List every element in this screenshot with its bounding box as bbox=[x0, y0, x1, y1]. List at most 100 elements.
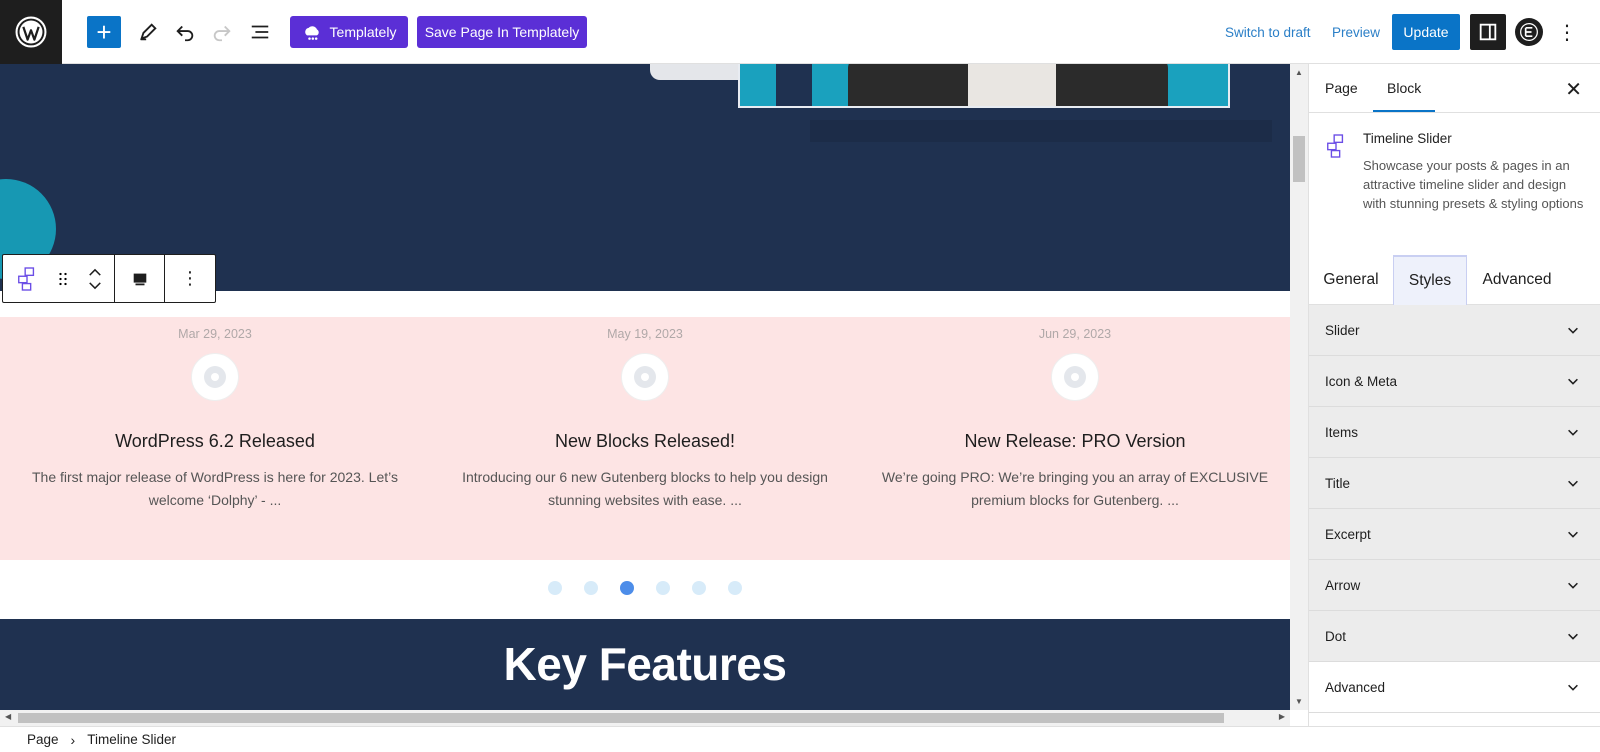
pagination-dot[interactable] bbox=[620, 580, 634, 595]
chevron-down-icon[interactable] bbox=[88, 281, 102, 290]
essential-blocks-icon[interactable] bbox=[1515, 18, 1543, 46]
block-name: Timeline Slider bbox=[1363, 131, 1452, 146]
drag-dots-icon bbox=[59, 272, 67, 285]
move-block-buttons[interactable] bbox=[75, 255, 115, 302]
block-options-button[interactable]: ⋮ bbox=[165, 255, 215, 302]
add-block-button[interactable]: + bbox=[87, 16, 121, 48]
chevron-down-icon bbox=[1568, 582, 1578, 589]
undo-icon bbox=[176, 25, 194, 42]
chevron-down-icon bbox=[1568, 480, 1578, 487]
timeline-title[interactable]: WordPress 6.2 Released bbox=[0, 431, 430, 452]
scroll-down-arrow-icon[interactable]: ▼ bbox=[1295, 697, 1303, 706]
panel-label: Items bbox=[1325, 424, 1359, 440]
panel-label: Dot bbox=[1325, 628, 1347, 644]
redo-button[interactable] bbox=[207, 16, 237, 48]
pagination-dot[interactable] bbox=[692, 580, 706, 595]
chevron-down-icon bbox=[1568, 633, 1578, 640]
tab-block[interactable]: Block bbox=[1372, 80, 1436, 112]
horizontal-scrollbar[interactable]: ◀ ▶ bbox=[0, 710, 1290, 726]
timeline-item[interactable]: Jun 29, 2023 New Release: PRO Version We… bbox=[860, 317, 1290, 512]
editor-canvas[interactable]: ⋮ Mar 29, 2023 WordPress 6.2 Released Th… bbox=[0, 64, 1290, 710]
tools-button[interactable] bbox=[133, 16, 163, 48]
align-button[interactable] bbox=[115, 255, 165, 302]
templately-icon bbox=[304, 26, 319, 40]
drag-handle[interactable] bbox=[51, 255, 75, 302]
breadcrumb-timeline-slider[interactable]: Timeline Slider bbox=[87, 732, 176, 747]
panel-label: Arrow bbox=[1325, 577, 1361, 593]
pagination-dot[interactable] bbox=[656, 580, 670, 595]
timeline-date: Jun 29, 2023 bbox=[1038, 327, 1112, 341]
timeline-title[interactable]: New Release: PRO Version bbox=[860, 431, 1290, 452]
chevron-down-icon bbox=[1568, 531, 1578, 538]
wordpress-logo-button[interactable] bbox=[0, 0, 62, 64]
align-wide-icon bbox=[133, 273, 146, 285]
panel-title[interactable]: Title bbox=[1309, 458, 1600, 509]
tab-advanced[interactable]: Advanced bbox=[1467, 255, 1567, 305]
close-icon[interactable]: ✕ bbox=[1565, 77, 1582, 102]
templately-label: Templately bbox=[329, 24, 397, 40]
pagination-dot[interactable] bbox=[728, 580, 742, 595]
essential-blocks-logo-icon bbox=[1520, 23, 1538, 41]
panel-label: Excerpt bbox=[1325, 526, 1371, 542]
chevron-right-icon: › bbox=[70, 731, 76, 748]
block-breadcrumb: Page › Timeline Slider bbox=[0, 726, 1600, 752]
tab-general[interactable]: General bbox=[1309, 255, 1393, 305]
scroll-right-arrow-icon[interactable]: ▶ bbox=[1279, 712, 1285, 721]
block-description: Showcase your posts & pages in an attrac… bbox=[1363, 158, 1584, 211]
switch-to-draft-button[interactable]: Switch to draft bbox=[1225, 16, 1311, 48]
vertical-scrollbar[interactable]: ▲ ▼ bbox=[1290, 64, 1308, 710]
panel-arrow[interactable]: Arrow bbox=[1309, 560, 1600, 611]
timeline-item[interactable]: Mar 29, 2023 WordPress 6.2 Released The … bbox=[0, 317, 430, 512]
panel-label: Title bbox=[1325, 475, 1351, 491]
chevron-down-icon bbox=[1568, 327, 1578, 334]
wordpress-icon bbox=[15, 16, 47, 48]
tab-styles[interactable]: Styles bbox=[1393, 255, 1467, 305]
pagination-dot[interactable] bbox=[548, 580, 562, 595]
scroll-up-arrow-icon[interactable]: ▲ bbox=[1295, 68, 1303, 77]
chevron-up-icon[interactable] bbox=[88, 268, 102, 277]
pagination-dot[interactable] bbox=[584, 580, 598, 595]
templately-button[interactable]: Templately bbox=[290, 16, 408, 48]
more-vertical-icon: ⋮ bbox=[1557, 21, 1577, 44]
panel-excerpt[interactable]: Excerpt bbox=[1309, 509, 1600, 560]
more-vertical-icon: ⋮ bbox=[181, 268, 199, 288]
save-page-in-templately-button[interactable]: Save Page In Templately bbox=[417, 16, 587, 48]
vertical-scroll-thumb[interactable] bbox=[1293, 136, 1305, 182]
tab-page[interactable]: Page bbox=[1325, 80, 1358, 96]
breadcrumb-page[interactable]: Page bbox=[27, 732, 59, 747]
timeline-marker-icon bbox=[621, 353, 669, 401]
timeline-excerpt: Introducing our 6 new Gutenberg blocks t… bbox=[462, 469, 828, 508]
timeline-date: Mar 29, 2023 bbox=[178, 327, 252, 341]
pencil-icon bbox=[140, 23, 157, 41]
panel-advanced[interactable]: Advanced bbox=[1309, 662, 1600, 713]
timeline-excerpt: We’re going PRO: We’re bringing you an a… bbox=[881, 469, 1269, 508]
timeline-slider[interactable]: Mar 29, 2023 WordPress 6.2 Released The … bbox=[0, 317, 1290, 560]
block-type-button[interactable] bbox=[3, 255, 51, 302]
options-menu-button[interactable]: ⋮ bbox=[1556, 16, 1578, 48]
block-toolbar: ⋮ bbox=[2, 254, 216, 303]
timeline-marker-icon bbox=[191, 353, 239, 401]
sidebar-panel-icon bbox=[1479, 23, 1497, 41]
document-overview-button[interactable] bbox=[245, 16, 275, 48]
undo-button[interactable] bbox=[170, 16, 200, 48]
settings-sidebar-toggle[interactable] bbox=[1470, 14, 1506, 50]
panel-dot[interactable]: Dot bbox=[1309, 611, 1600, 662]
hero-image bbox=[738, 64, 1230, 108]
timeline-date: May 19, 2023 bbox=[607, 327, 683, 341]
slider-pagination bbox=[0, 560, 1290, 615]
sidebar-tabs: Page Block ✕ bbox=[1309, 64, 1600, 113]
panel-slider[interactable]: Slider bbox=[1309, 305, 1600, 356]
key-features-heading: Key Features bbox=[503, 638, 787, 690]
key-features-section: Key Features bbox=[0, 619, 1290, 710]
panel-items[interactable]: Items bbox=[1309, 407, 1600, 458]
update-button[interactable]: Update bbox=[1392, 14, 1460, 50]
timeline-item[interactable]: May 19, 2023 New Blocks Released! Introd… bbox=[430, 317, 860, 512]
panel-icon-meta[interactable]: Icon & Meta bbox=[1309, 356, 1600, 407]
scroll-left-arrow-icon[interactable]: ◀ bbox=[5, 712, 11, 721]
editor-top-bar: + Templately Save Page In Templately Swi… bbox=[0, 0, 1600, 64]
preview-button[interactable]: Preview bbox=[1332, 16, 1380, 48]
panel-label: Icon & Meta bbox=[1325, 373, 1398, 389]
horizontal-scroll-thumb[interactable] bbox=[18, 713, 1224, 723]
timeline-title[interactable]: New Blocks Released! bbox=[430, 431, 860, 452]
timeline-slider-block-icon bbox=[18, 266, 35, 291]
